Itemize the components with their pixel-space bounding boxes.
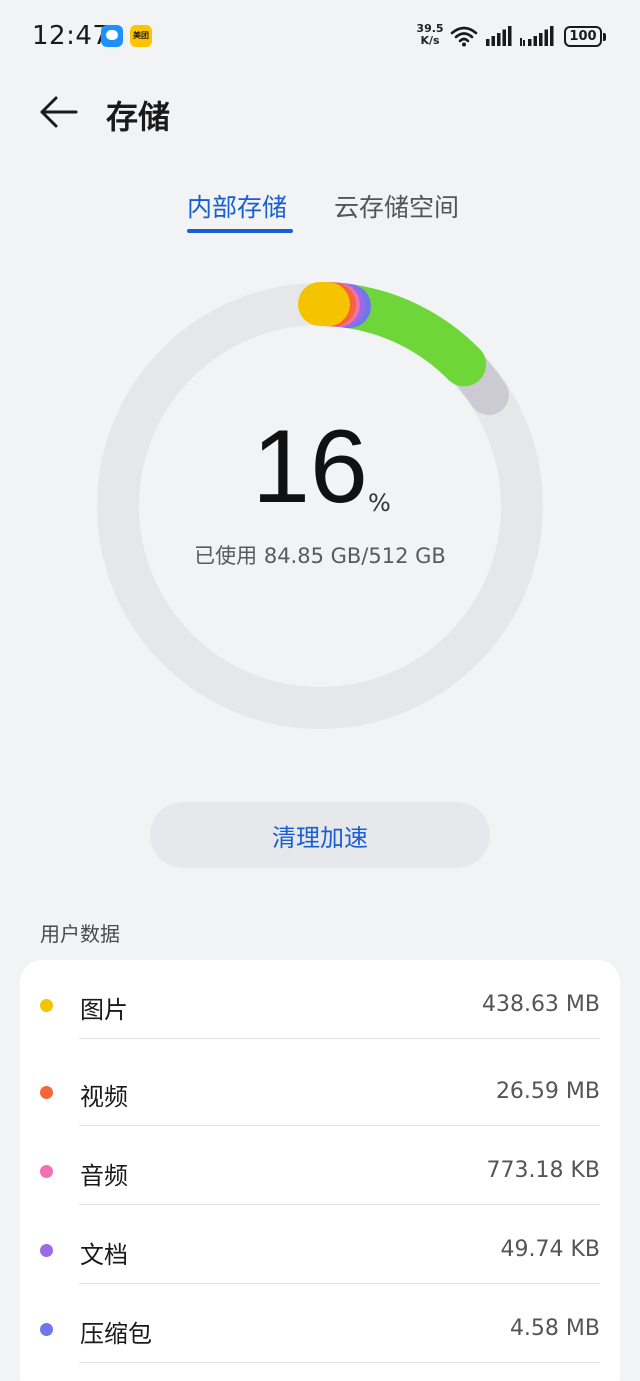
tab-active-indicator [187, 229, 293, 233]
category-label: 音频 [80, 1162, 128, 1190]
back-arrow-icon [40, 96, 78, 128]
list-item-audio[interactable]: 音频 773.18 KB [20, 1126, 620, 1205]
user-data-card: 图片 438.63 MB 视频 26.59 MB 音频 773.18 KB 文档… [20, 960, 620, 1381]
user-data-title: 用户数据 [40, 922, 120, 946]
back-button[interactable] [36, 90, 84, 134]
usage-percent: 16 [252, 409, 368, 525]
row-divider [79, 1038, 600, 1039]
page-title: 存储 [106, 98, 171, 136]
list-item-archives[interactable]: 压缩包 4.58 MB [20, 1284, 620, 1363]
battery-tip [603, 33, 606, 41]
tab-cloud-storage[interactable]: 云存储空间 [334, 188, 459, 224]
category-label: 视频 [80, 1083, 128, 1111]
category-label: 图片 [80, 996, 128, 1024]
category-label: 文档 [80, 1241, 128, 1269]
signal-strength-icon [486, 26, 512, 46]
network-speed: 39.5 K/s [414, 23, 446, 47]
category-size: 773.18 KB [486, 1158, 601, 1183]
usage-summary: 已使用 84.85 GB/512 GB [194, 544, 446, 568]
meituan-app-icon: 美团 [130, 25, 152, 47]
network-speed-unit: K/s [420, 34, 440, 47]
category-size: 438.63 MB [481, 992, 600, 1017]
category-size: 4.58 MB [509, 1316, 600, 1341]
row-divider [79, 1362, 600, 1363]
tab-internal-storage[interactable]: 内部存储 [187, 188, 287, 224]
status-time: 12:47 [32, 21, 110, 51]
list-item-documents[interactable]: 文档 49.74 KB [20, 1205, 620, 1284]
category-color-dot [40, 1165, 53, 1178]
category-color-dot [40, 1323, 53, 1336]
category-label: 压缩包 [80, 1320, 152, 1348]
category-color-dot [40, 1086, 53, 1099]
message-app-icon [101, 25, 123, 47]
meituan-label: 美团 [133, 31, 149, 40]
category-color-dot [40, 1244, 53, 1257]
wifi-icon [450, 26, 478, 47]
list-item-images[interactable]: 图片 438.63 MB [20, 960, 620, 1039]
category-size: 26.59 MB [495, 1079, 600, 1104]
list-item-video[interactable]: 视频 26.59 MB [20, 1047, 620, 1126]
category-size: 49.74 KB [500, 1237, 601, 1262]
battery-icon: 100 [564, 26, 602, 47]
usage-percent-unit: % [368, 489, 391, 517]
signal-strength-2-icon [520, 26, 554, 46]
clean-speedup-button[interactable]: 清理加速 [150, 802, 490, 868]
category-color-dot [40, 999, 53, 1012]
battery-level: 100 [569, 29, 597, 44]
status-bar: 12:47 美团 39.5 K/s 100 [0, 0, 640, 74]
